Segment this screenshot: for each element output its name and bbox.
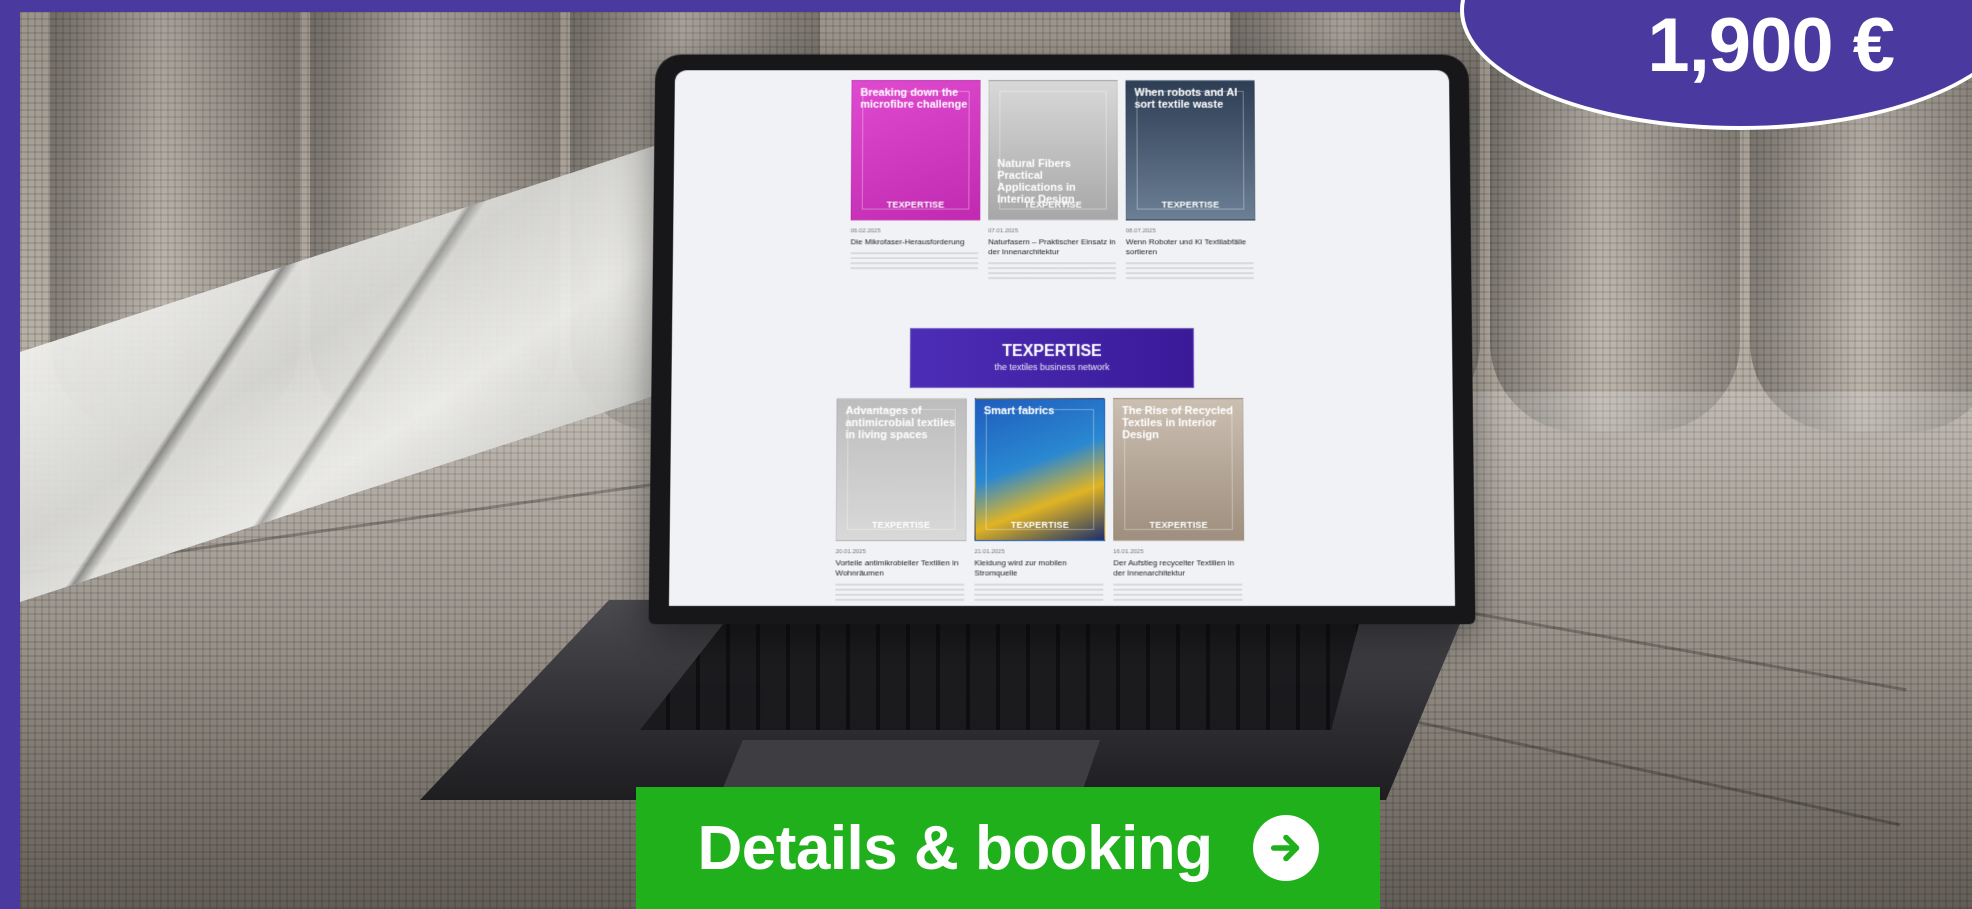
article-thumbnail[interactable]: Breaking down the microfibre challenge T… <box>850 80 981 221</box>
thumbnail-brand: TEXPERTISE <box>871 519 931 530</box>
thumbnail-title: The Rise of Recycled Textiles in Interio… <box>1122 405 1234 442</box>
article-card[interactable]: Breaking down the microfibre challenge T… <box>850 80 981 279</box>
article-thumbnail[interactable]: When robots and AI sort textile waste TE… <box>1125 80 1256 221</box>
article-thumbnail[interactable]: Natural Fibers Practical Applications in… <box>988 80 1118 221</box>
thumbnail-title: Natural Fibers Practical Applications in… <box>997 158 1076 206</box>
article-headline[interactable]: Kleidung wird zur mobilen Stromquelle <box>974 558 1103 578</box>
details-booking-button[interactable]: Details & booking <box>636 787 1380 909</box>
thumbnail-title: Advantages of antimicrobial textiles in … <box>845 405 956 442</box>
article-excerpt-lines <box>988 261 1116 280</box>
article-grid-bottom: Advantages of antimicrobial textiles in … <box>835 398 1304 601</box>
article-excerpt-lines <box>1113 582 1243 601</box>
article-headline[interactable]: Die Mikrofaser-Herausforderung <box>851 237 979 247</box>
laptop-lid: Breaking down the microfibre challenge T… <box>648 54 1476 625</box>
article-date: 20.01.2025 <box>835 549 866 556</box>
price-label: 1,900 € <box>1647 3 1895 88</box>
article-date: 06.02.2025 <box>850 228 881 235</box>
article-card[interactable]: Natural Fibers Practical Applications in… <box>988 80 1118 280</box>
article-headline[interactable]: Naturfasern – Praktischer Einsatz in der… <box>988 237 1116 257</box>
article-thumbnail[interactable]: Smart fabrics TEXPERTISE <box>974 398 1106 542</box>
article-excerpt-lines <box>974 582 1104 601</box>
article-headline[interactable]: Vorteile antimikrobieller Textilien in W… <box>835 558 964 578</box>
article-card[interactable]: Smart fabrics TEXPERTISE 21.01.2025 Klei… <box>974 398 1106 601</box>
article-headline[interactable]: Der Aufstieg recycelter Textilien in der… <box>1113 558 1242 578</box>
article-card[interactable]: Advantages of antimicrobial textiles in … <box>835 398 967 601</box>
thumbnail-brand: TEXPERTISE <box>1024 199 1082 210</box>
cta-label: Details & booking <box>697 813 1213 883</box>
article-date: 08.07.2025 <box>1125 228 1156 235</box>
article-date: 07.01.2025 <box>988 228 1019 235</box>
thumbnail-title: Smart fabrics <box>983 405 1055 418</box>
arrow-right-circle-icon <box>1252 815 1319 881</box>
thumbnail-brand: TEXPERTISE <box>886 199 945 210</box>
article-excerpt-lines <box>835 582 965 601</box>
article-card[interactable]: When robots and AI sort textile waste TE… <box>1125 80 1256 280</box>
article-excerpt-lines <box>850 251 979 270</box>
texpertise-banner[interactable]: TEXPERTISE the textiles business network <box>909 328 1195 389</box>
thumbnail-brand: TEXPERTISE <box>1161 199 1220 210</box>
article-thumbnail[interactable]: The Rise of Recycled Textiles in Interio… <box>1113 398 1245 542</box>
thumbnail-title: Breaking down the microfibre challenge <box>860 86 968 111</box>
article-excerpt-lines <box>1125 261 1254 280</box>
article-date: 16.01.2025 <box>1113 549 1144 556</box>
laptop-keyboard <box>640 620 1360 730</box>
thumbnail-frame <box>985 409 1095 530</box>
thumbnail-brand: TEXPERTISE <box>1149 519 1208 530</box>
thumbnail-brand: TEXPERTISE <box>1010 519 1070 530</box>
article-grid-top: Breaking down the microfibre challenge T… <box>850 80 1301 280</box>
banner-title: TEXPERTISE <box>1002 342 1102 361</box>
article-headline[interactable]: Wenn Roboter und KI Textilabfälle sortie… <box>1126 237 1254 257</box>
article-thumbnail[interactable]: Advantages of antimicrobial textiles in … <box>835 398 967 542</box>
laptop-screen: Breaking down the microfibre challenge T… <box>668 70 1456 606</box>
article-card[interactable]: The Rise of Recycled Textiles in Interio… <box>1113 398 1245 601</box>
thumbnail-title: When robots and AI sort textile waste <box>1134 86 1238 111</box>
article-date: 21.01.2025 <box>974 549 1005 556</box>
banner-subtitle: the textiles business network <box>994 362 1110 373</box>
